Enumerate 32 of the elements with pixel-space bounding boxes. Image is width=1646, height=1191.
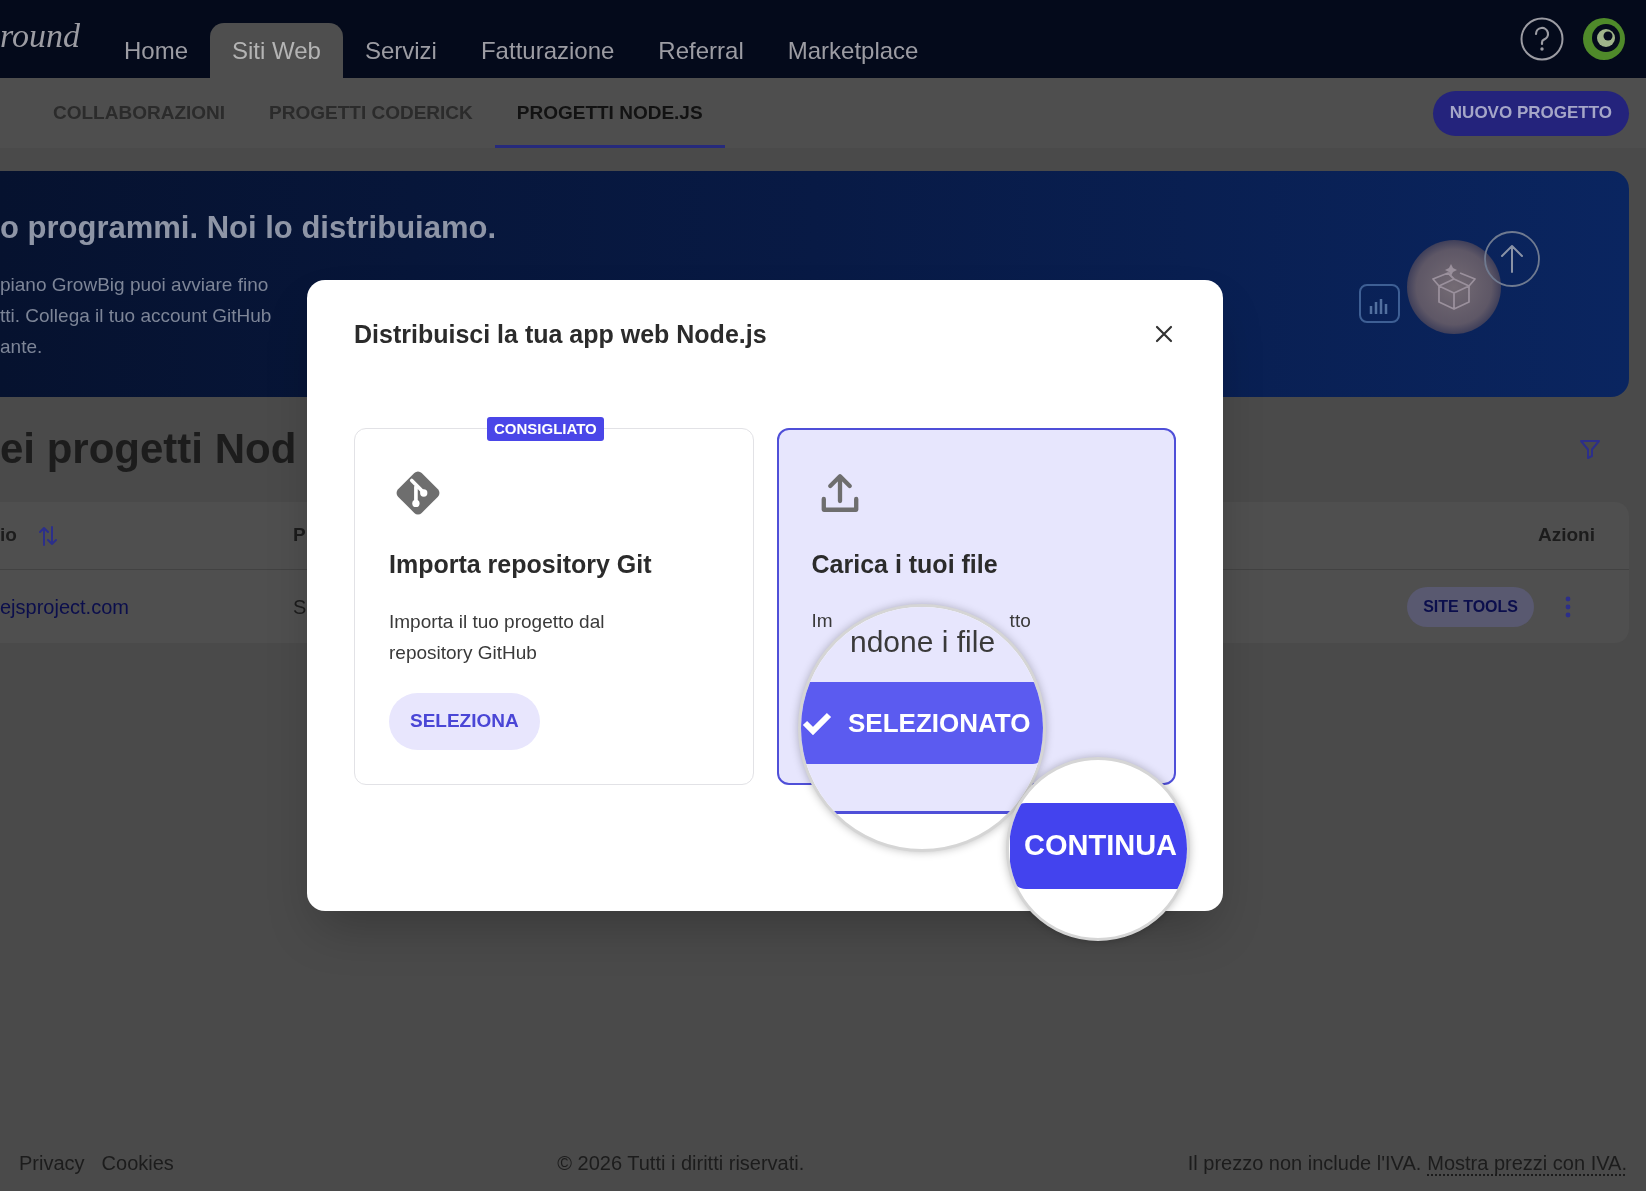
new-project-button[interactable]: NUOVO PROGETTO xyxy=(1432,90,1629,136)
option-description: Im xyxy=(811,609,833,633)
magnified-text: ndone i file xyxy=(850,626,996,658)
help-icon[interactable] xyxy=(1520,17,1564,61)
close-button[interactable] xyxy=(1154,324,1174,344)
option-description: tto xyxy=(1009,609,1031,633)
check-icon xyxy=(802,711,832,735)
nav-tab[interactable]: Referral xyxy=(636,23,766,78)
arrow-up-circle-icon xyxy=(1484,231,1540,287)
option-description: Importa il tuo progetto dal repository GitHub xyxy=(389,610,606,665)
continue-button[interactable]: CONTINUA xyxy=(1010,803,1187,889)
banner-text: ante. xyxy=(0,335,43,359)
logo-icon[interactable] xyxy=(1582,17,1626,61)
nav-tab[interactable]: Marketplace xyxy=(765,23,941,78)
open-box-icon xyxy=(1407,240,1501,334)
modal-title: Distribuisci la tua app web Node.js xyxy=(354,319,767,350)
banner-heading: o programmi. Noi lo distribuiamo. xyxy=(0,209,497,247)
banner-text: piano GrowBig puoi avviare fino xyxy=(0,273,269,297)
bar-chart-icon xyxy=(1359,284,1400,323)
logo-text: round xyxy=(0,16,80,56)
select-button[interactable]: SELEZIONA xyxy=(389,693,540,750)
nav-tab[interactable]: Siti Web xyxy=(210,23,343,78)
upload-icon xyxy=(819,473,860,513)
nav-tab[interactable]: Servizi xyxy=(342,23,459,78)
recommended-badge: CONSIGLIATO xyxy=(487,417,604,441)
option-title: Importa repository Git xyxy=(389,549,652,580)
nav-tab[interactable]: Fatturazione xyxy=(458,23,637,78)
banner-text: tti. Collega il tuo account GitHub xyxy=(0,304,272,328)
selected-button[interactable]: SELEZIONATO xyxy=(801,682,1043,764)
nav-tab[interactable]: Home xyxy=(102,23,210,78)
option-title: Carica i tuoi file xyxy=(811,549,998,580)
close-icon xyxy=(1155,325,1173,343)
